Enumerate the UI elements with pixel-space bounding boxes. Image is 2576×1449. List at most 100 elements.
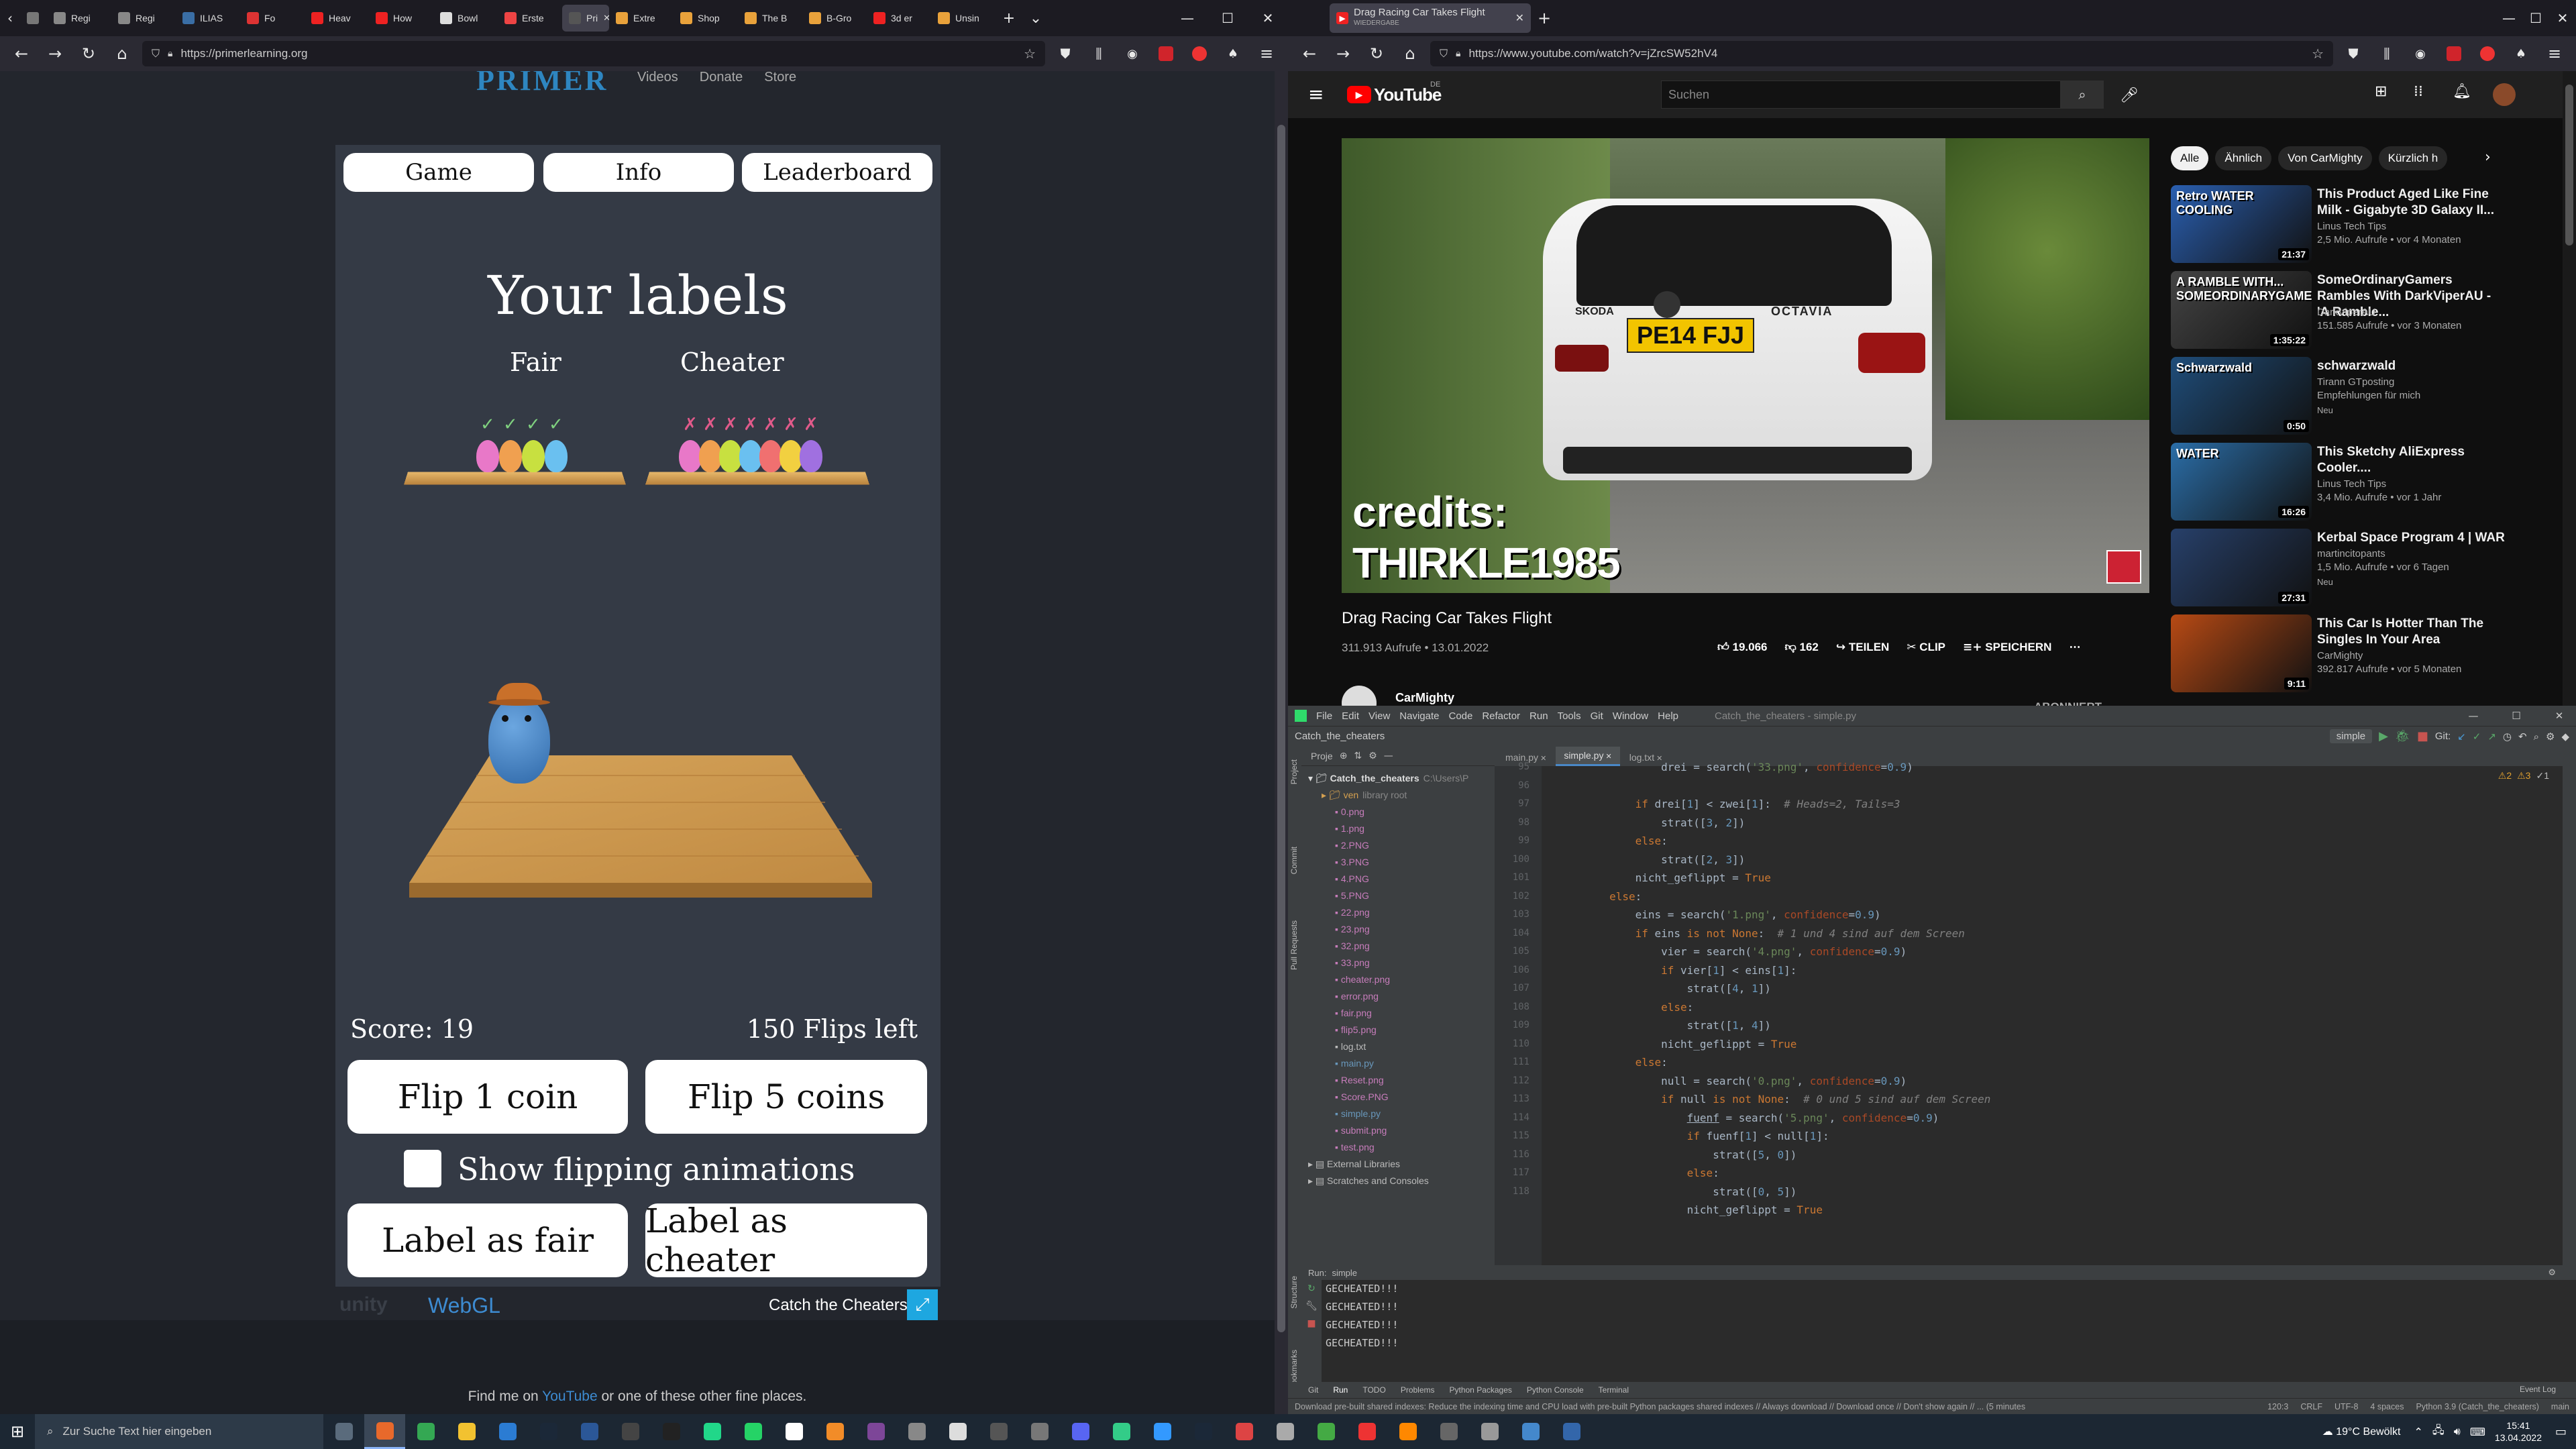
left-tab-12[interactable]: B-Gro: [802, 5, 867, 32]
tree-file[interactable]: ▪ error.png: [1308, 988, 1468, 1005]
status-line-ending[interactable]: CRLF: [2300, 1402, 2322, 1411]
tab-list-icon[interactable]: ⌄: [1022, 5, 1049, 32]
tree-venv[interactable]: ▸ 📁︎ ven library root: [1308, 787, 1468, 804]
scratches-and-consoles[interactable]: ▸ ▤ Scratches and Consoles: [1308, 1173, 1468, 1189]
recommendation-title[interactable]: This Sketchy AliExpress Cooler....: [2317, 444, 2505, 476]
history-icon[interactable]: ◷: [2503, 731, 2512, 743]
app-icon[interactable]: [978, 1414, 1019, 1449]
tree-file[interactable]: ▪ 3.PNG: [1308, 854, 1468, 871]
tor-icon[interactable]: [855, 1414, 896, 1449]
ide-menu-item[interactable]: File: [1316, 710, 1332, 722]
recommendation-channel[interactable]: DarkViperAU: [2317, 306, 2375, 319]
channel-watermark[interactable]: [2106, 550, 2141, 584]
library-icon[interactable]: ⫼: [1085, 40, 1112, 67]
rollback-icon[interactable]: ↶: [2518, 731, 2527, 743]
inspection-widget[interactable]: ⚠2 ⚠3 ✓1: [2498, 770, 2549, 782]
close-tab-icon[interactable]: ✕: [603, 13, 609, 23]
fullscreen-icon[interactable]: ⤢: [907, 1289, 938, 1320]
jetbrains-icon[interactable]: ◆: [2561, 731, 2569, 743]
share-button[interactable]: ↪ TEILEN: [1836, 641, 1889, 654]
git-update-icon[interactable]: ↙: [2457, 731, 2466, 743]
adblock-icon[interactable]: [1152, 40, 1179, 67]
event-log[interactable]: Event Log: [2520, 1385, 2556, 1394]
app-icon[interactable]: [1469, 1414, 1510, 1449]
yt-scrollbar[interactable]: [2563, 71, 2576, 706]
chips-next-icon[interactable]: ›: [2485, 149, 2491, 166]
recommendation-title[interactable]: This Car Is Hotter Than The Singles In Y…: [2317, 616, 2505, 648]
chrome-icon[interactable]: [405, 1414, 446, 1449]
pycharm-icon[interactable]: [692, 1414, 733, 1449]
external-libraries[interactable]: ▸ ▤ External Libraries: [1308, 1156, 1468, 1173]
ide-menu-item[interactable]: Help: [1658, 710, 1678, 722]
more-actions-icon[interactable]: ⋯: [2069, 641, 2080, 654]
microphone-app-icon[interactable]: [1224, 1414, 1265, 1449]
yt-browser-tab[interactable]: ▶ Drag Racing Car Takes Flight WIEDERGAB…: [1330, 3, 1531, 33]
left-tab-14[interactable]: Unsin: [931, 5, 996, 32]
create-video-icon[interactable]: ⊞: [2375, 83, 2387, 100]
extension-red-icon[interactable]: [1186, 40, 1213, 67]
leaderboard-tab-button[interactable]: Leaderboard: [742, 153, 932, 192]
yt-url-bar[interactable]: ⛉ 🔒︎ https://www.youtube.com/watch?v=jZr…: [1430, 41, 2333, 66]
discord-icon[interactable]: [1060, 1414, 1101, 1449]
vlc-icon[interactable]: [814, 1414, 855, 1449]
minimize-icon[interactable]: —: [2496, 5, 2522, 32]
new-tab-icon[interactable]: +: [996, 5, 1022, 32]
app-icon[interactable]: [1265, 1414, 1305, 1449]
forward-icon[interactable]: →: [1330, 40, 1356, 67]
notion-icon[interactable]: [773, 1414, 814, 1449]
like-button[interactable]: 👍︎ 19.066: [1717, 640, 1768, 654]
tree-file[interactable]: ▪ 32.png: [1308, 938, 1468, 955]
stop-run-icon[interactable]: ■: [1301, 1315, 1322, 1332]
project-side-tab[interactable]: Project: [1289, 759, 1299, 784]
left-tab-3[interactable]: Fo: [240, 5, 305, 32]
ide-menu-item[interactable]: Navigate: [1399, 710, 1439, 722]
account-icon[interactable]: ◉: [1119, 40, 1146, 67]
recommendation-thumbnail[interactable]: WATER 16:26: [2171, 443, 2312, 521]
left-tab-0[interactable]: Regi: [47, 5, 111, 32]
left-tab-11[interactable]: The B: [738, 5, 802, 32]
tree-file[interactable]: ▪ 5.PNG: [1308, 888, 1468, 904]
app-icon[interactable]: [896, 1414, 937, 1449]
minimize-icon[interactable]: —: [1167, 5, 1208, 32]
start-button[interactable]: ⊞: [0, 1414, 35, 1449]
tray-chevron-icon[interactable]: ⌃: [2414, 1426, 2422, 1438]
recommendation-channel[interactable]: Linus Tech Tips: [2317, 478, 2386, 491]
bookmark-star-icon[interactable]: ☆: [1024, 46, 1036, 62]
filter-chip[interactable]: Alle: [2171, 146, 2209, 170]
left-scrollbar[interactable]: [1275, 71, 1288, 1414]
ide-project-breadcrumb[interactable]: Catch_the_cheaters: [1295, 731, 1385, 742]
footer-youtube-link[interactable]: YouTube: [542, 1389, 598, 1404]
filter-chip[interactable]: Kürzlich h: [2378, 146, 2448, 170]
tree-file[interactable]: ▪ 2.PNG: [1308, 837, 1468, 854]
maximize-icon[interactable]: ☐: [2522, 5, 2549, 32]
locate-icon[interactable]: ⊕: [1340, 751, 1348, 761]
tree-file[interactable]: ▪ 1.png: [1308, 820, 1468, 837]
bottom-tool-tab[interactable]: Git: [1308, 1385, 1318, 1395]
left-tab-6[interactable]: Bowl: [433, 5, 498, 32]
bottom-tool-tab[interactable]: TODO: [1362, 1385, 1385, 1395]
ide-minimize-icon[interactable]: —: [2457, 710, 2490, 722]
tree-file[interactable]: ▪ submit.png: [1308, 1122, 1468, 1139]
keyboard-icon[interactable]: ⌨: [2470, 1426, 2485, 1438]
tree-file[interactable]: ▪ test.png: [1308, 1139, 1468, 1156]
left-tab-8[interactable]: Pri ✕: [562, 5, 609, 32]
pocket-icon[interactable]: ⛊: [1052, 40, 1079, 67]
close-tab-icon[interactable]: ✕: [1538, 755, 1546, 763]
recommendation-channel[interactable]: martincitopants: [2317, 547, 2385, 561]
recommendation-title[interactable]: schwarzwald: [2317, 358, 2505, 374]
commit-side-tab[interactable]: Commit: [1289, 847, 1299, 874]
left-url-bar[interactable]: ⛉ 🔒︎ https://primerlearning.org ☆: [142, 41, 1045, 66]
tab-scroll-left-icon[interactable]: ‹: [0, 5, 20, 32]
ide-menu-item[interactable]: Code: [1448, 710, 1472, 722]
close-tab-icon[interactable]: ✕: [1515, 11, 1524, 25]
bookmark-star-icon[interactable]: ☆: [2312, 46, 2324, 62]
epic-icon[interactable]: [651, 1414, 692, 1449]
app-icon[interactable]: [1305, 1414, 1346, 1449]
panel-hide-icon[interactable]: —: [1384, 751, 1393, 761]
obs-icon[interactable]: [610, 1414, 651, 1449]
weather-widget[interactable]: ☁ 19°C Bewölkt: [2322, 1425, 2401, 1438]
nav-store[interactable]: Store: [764, 71, 796, 85]
ide-menu-item[interactable]: Run: [1529, 710, 1548, 722]
structure-side-tab[interactable]: Structure: [1289, 1276, 1299, 1309]
ide-close-icon[interactable]: ✕: [2542, 710, 2576, 722]
